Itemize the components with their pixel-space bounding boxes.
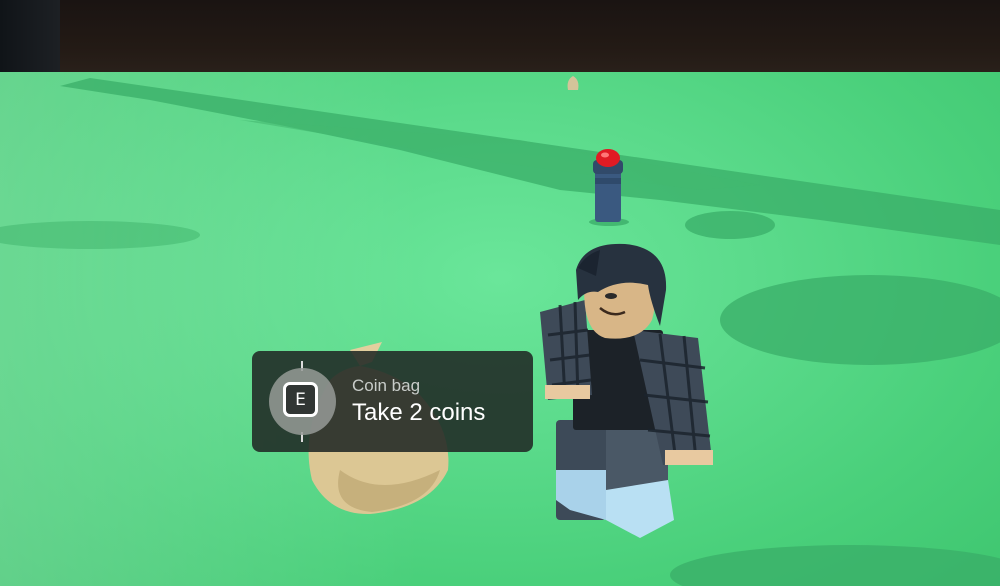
world-objects xyxy=(0,76,1000,586)
player-avatar[interactable] xyxy=(540,243,713,538)
structure-shadows xyxy=(0,78,1000,586)
key-e-icon[interactable]: E xyxy=(283,382,318,417)
game-viewport[interactable]: E Coin bag Take 2 coins xyxy=(0,0,1000,586)
prompt-object-text: Coin bag xyxy=(352,376,421,395)
distant-coin-bag xyxy=(567,76,579,90)
proximity-prompt[interactable]: E Coin bag Take 2 coins xyxy=(252,351,533,452)
prompt-action-text: Take 2 coins xyxy=(352,399,486,426)
key-hint-ring[interactable]: E xyxy=(269,368,336,435)
